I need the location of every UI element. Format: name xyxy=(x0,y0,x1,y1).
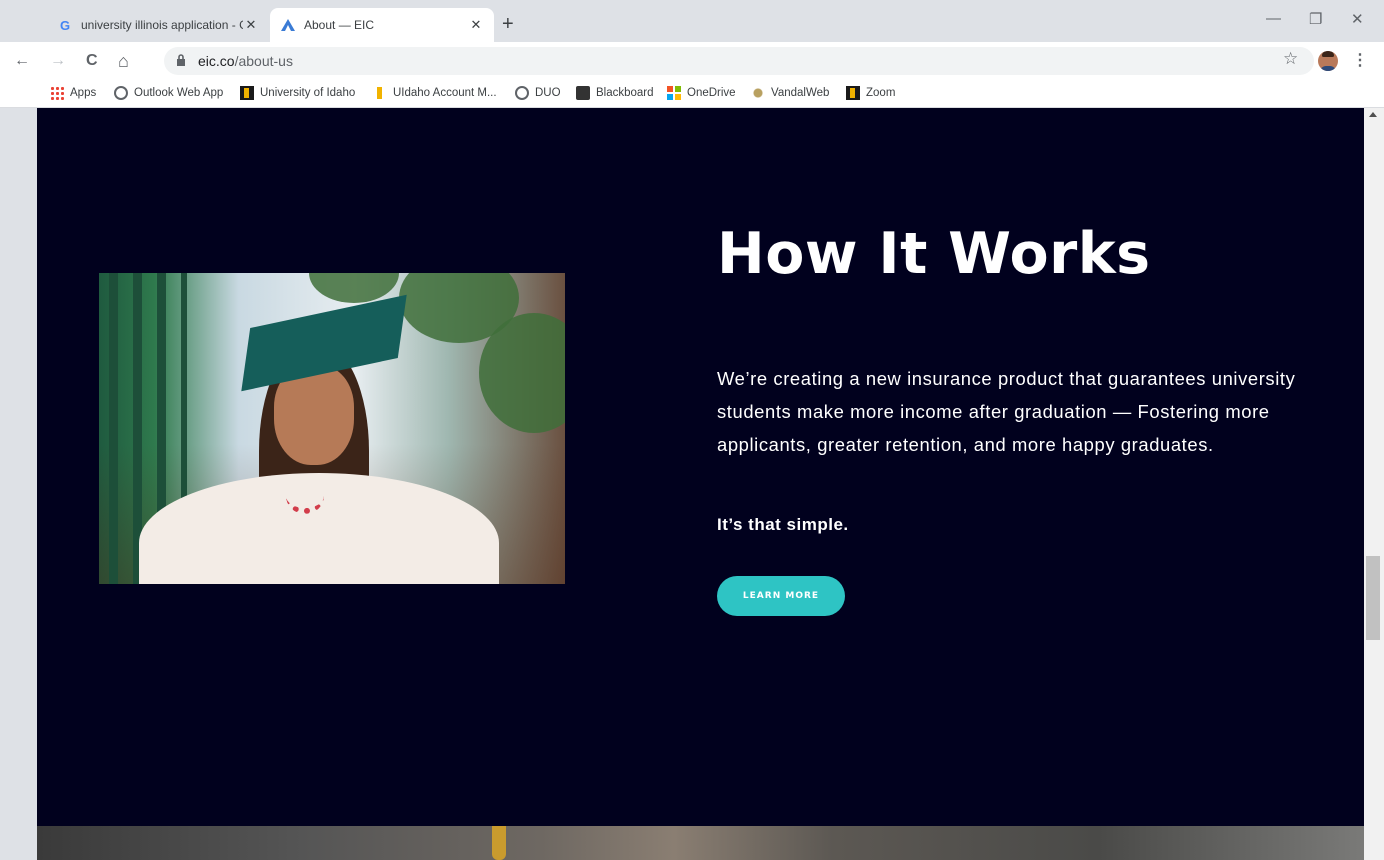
lock-icon xyxy=(177,54,185,66)
bookmark-label: Blackboard xyxy=(596,87,654,99)
tab-strip: G university illinois application - Go ✕… xyxy=(0,0,1384,42)
uidaho-icon xyxy=(240,86,254,100)
page-viewport: How It Works We’re creating a new insura… xyxy=(37,108,1364,860)
bookmark-label: Zoom xyxy=(866,87,896,99)
profile-avatar[interactable] xyxy=(1318,51,1338,71)
scroll-up-arrow-icon[interactable] xyxy=(1369,112,1377,117)
bookmark-vandalweb[interactable]: VandalWeb xyxy=(751,86,829,100)
photo-tassel xyxy=(492,826,506,860)
home-button[interactable]: ⌂ xyxy=(118,51,129,71)
section-title: How It Works xyxy=(717,221,1151,287)
back-button[interactable]: ← xyxy=(14,51,30,71)
bookmark-uidaho-account[interactable]: UIdaho Account M... xyxy=(373,86,497,100)
restore-button[interactable]: ❐ xyxy=(1309,10,1322,28)
how-it-works-section: How It Works We’re creating a new insura… xyxy=(37,108,1364,826)
uidaho-icon xyxy=(846,86,860,100)
bookmark-zoom[interactable]: Zoom xyxy=(846,86,895,100)
globe-icon xyxy=(114,86,128,100)
close-window-button[interactable]: ✕ xyxy=(1351,10,1364,28)
bookmark-onedrive[interactable]: OneDrive xyxy=(667,86,736,100)
url-path: /about-us xyxy=(234,53,293,69)
address-bar[interactable]: eic.co/about-us xyxy=(164,47,1314,75)
new-tab-button[interactable]: + xyxy=(502,14,514,34)
bookmark-label: Outlook Web App xyxy=(134,87,224,99)
page-scrollbar[interactable] xyxy=(1364,108,1384,860)
eic-logo-icon xyxy=(280,17,296,33)
bookmark-label: VandalWeb xyxy=(771,87,830,99)
bookmark-outlook[interactable]: Outlook Web App xyxy=(114,86,223,100)
photo-necklace xyxy=(286,478,324,514)
uidaho-icon xyxy=(373,86,387,100)
bookmark-university-of-idaho[interactable]: University of Idaho xyxy=(240,86,355,100)
bookmark-label: DUO xyxy=(535,87,561,99)
vandalweb-icon xyxy=(751,86,765,100)
bookmarks-bar: Apps Outlook Web App University of Idaho… xyxy=(0,80,1384,108)
close-tab-icon[interactable]: ✕ xyxy=(243,17,259,33)
apps-grid-icon xyxy=(50,86,64,100)
avatar-shirt xyxy=(1320,66,1336,71)
bookmark-label: UIdaho Account M... xyxy=(393,87,497,99)
scrollbar-thumb[interactable] xyxy=(1366,556,1380,640)
bookmark-label: OneDrive xyxy=(687,87,736,99)
browser-toolbar: ← → C ⌂ eic.co/about-us ☆ ⋮ xyxy=(0,42,1384,80)
minimize-button[interactable]: — xyxy=(1266,10,1281,27)
forward-button[interactable]: → xyxy=(50,51,66,71)
blackboard-icon xyxy=(576,86,590,100)
microsoft-icon xyxy=(667,86,681,100)
section-tagline: It’s that simple. xyxy=(717,515,849,534)
google-g-icon: G xyxy=(59,17,71,33)
bookmark-duo[interactable]: DUO xyxy=(515,86,561,100)
tab-title: university illinois application - Go xyxy=(81,18,243,32)
tab-title: About — EIC xyxy=(304,18,375,32)
globe-icon xyxy=(515,86,529,100)
url-host: eic.co xyxy=(198,53,235,69)
next-section-image xyxy=(37,826,1364,860)
close-tab-icon[interactable]: ✕ xyxy=(468,17,484,33)
bookmark-star-icon[interactable]: ☆ xyxy=(1283,49,1298,69)
learn-more-button[interactable]: LEARN MORE xyxy=(717,576,845,616)
browser-menu-icon[interactable]: ⋮ xyxy=(1352,50,1368,70)
photo-rail xyxy=(109,273,118,584)
bookmark-blackboard[interactable]: Blackboard xyxy=(576,86,654,100)
graduate-photo xyxy=(99,273,565,584)
tab-google-search[interactable]: G university illinois application - Go ✕ xyxy=(47,8,269,42)
reload-button[interactable]: C xyxy=(86,51,98,71)
url-text: eic.co/about-us xyxy=(198,53,293,69)
section-description: We’re creating a new insurance product t… xyxy=(717,368,1296,455)
bookmark-label: University of Idaho xyxy=(260,87,356,99)
tab-about-eic[interactable]: About — EIC ✕ xyxy=(270,8,494,42)
bookmark-apps[interactable]: Apps xyxy=(50,86,96,100)
avatar-hair xyxy=(1322,51,1334,57)
bookmark-label: Apps xyxy=(70,87,97,99)
